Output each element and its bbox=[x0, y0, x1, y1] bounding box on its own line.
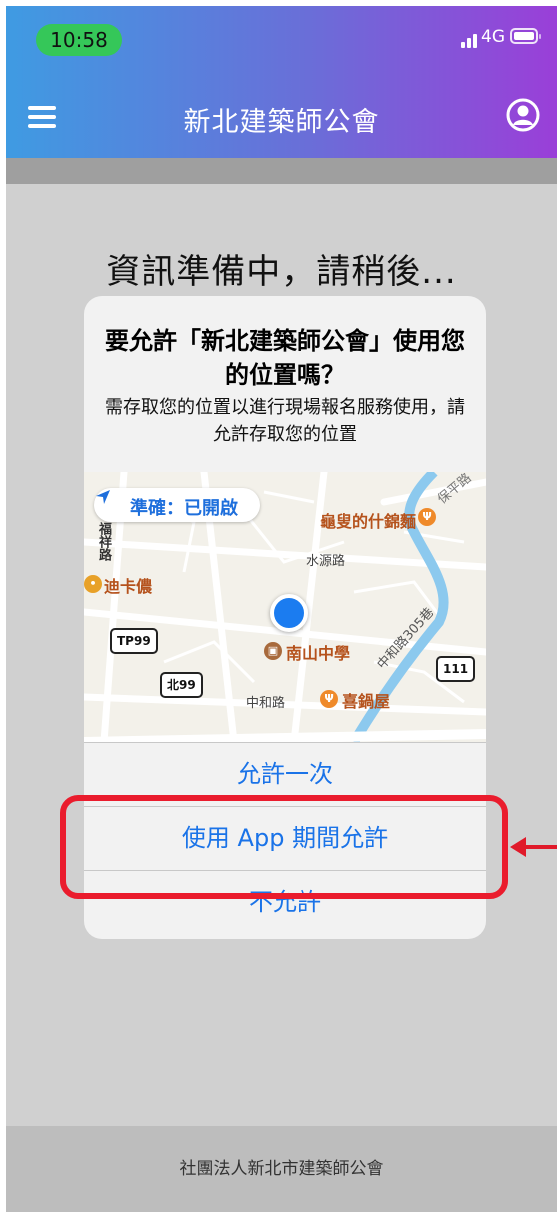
app-header: 10:58 4G 新北建築師公會 bbox=[6, 6, 557, 158]
status-bar: 10:58 4G bbox=[6, 6, 557, 78]
map-road-label: 福祥路 bbox=[96, 522, 111, 561]
map-road-label: 中和路 bbox=[246, 696, 286, 711]
footer: 社團法人新北市建築師公會 bbox=[6, 1126, 557, 1212]
nav-bar: 新北建築師公會 bbox=[6, 78, 557, 158]
pointer-arrow-icon bbox=[510, 837, 557, 857]
location-arrow-icon bbox=[96, 490, 110, 504]
road-sign: 北99 bbox=[160, 672, 203, 698]
precise-location-label: 準確：已開啟 bbox=[130, 498, 238, 519]
highlight-annotation bbox=[60, 795, 508, 899]
road-sign: TP99 bbox=[110, 628, 158, 654]
road-sign: 111 bbox=[436, 656, 476, 682]
restaurant-icon: Ψ bbox=[418, 508, 436, 526]
location-map: 準確：已開啟 龜叟的什錦麵 Ψ 福祥路 水源路 • 迪卡儂 TP99 ▣ 南山中… bbox=[84, 472, 486, 742]
map-poi-label: 迪卡儂 bbox=[104, 577, 153, 596]
status-time: 10:58 bbox=[36, 24, 122, 56]
battery-icon bbox=[510, 28, 541, 44]
school-icon: ▣ bbox=[264, 642, 282, 660]
current-location-dot bbox=[270, 594, 308, 632]
app-screen: 10:58 4G 新北建築師公會 資訊準備中，請稍後... 要允許「新北建築師公… bbox=[6, 6, 557, 1212]
map-road-label: 水源路 bbox=[306, 554, 346, 569]
dialog-message: 需存取您的位置以進行現場報名服務使用，請允許存取您的位置 bbox=[105, 397, 465, 445]
map-poi-label: 龜叟的什錦麵 bbox=[320, 512, 417, 531]
header-divider-strip bbox=[6, 158, 557, 184]
dialog-title: 要允許「新北建築師公會」使用您的位置嗎？ bbox=[105, 327, 465, 389]
map-poi-label: 南山中學 bbox=[286, 644, 351, 663]
network-type: 4G bbox=[481, 27, 505, 47]
restaurant-icon: Ψ bbox=[320, 690, 338, 708]
map-poi-label: 喜鍋屋 bbox=[342, 692, 391, 711]
shop-icon: • bbox=[84, 575, 102, 593]
app-title: 新北建築師公會 bbox=[183, 107, 380, 138]
user-circle-icon[interactable] bbox=[506, 98, 540, 132]
precise-location-toggle[interactable]: 準確：已開啟 bbox=[94, 488, 260, 522]
loading-message: 資訊準備中，請稍後... bbox=[106, 252, 457, 292]
